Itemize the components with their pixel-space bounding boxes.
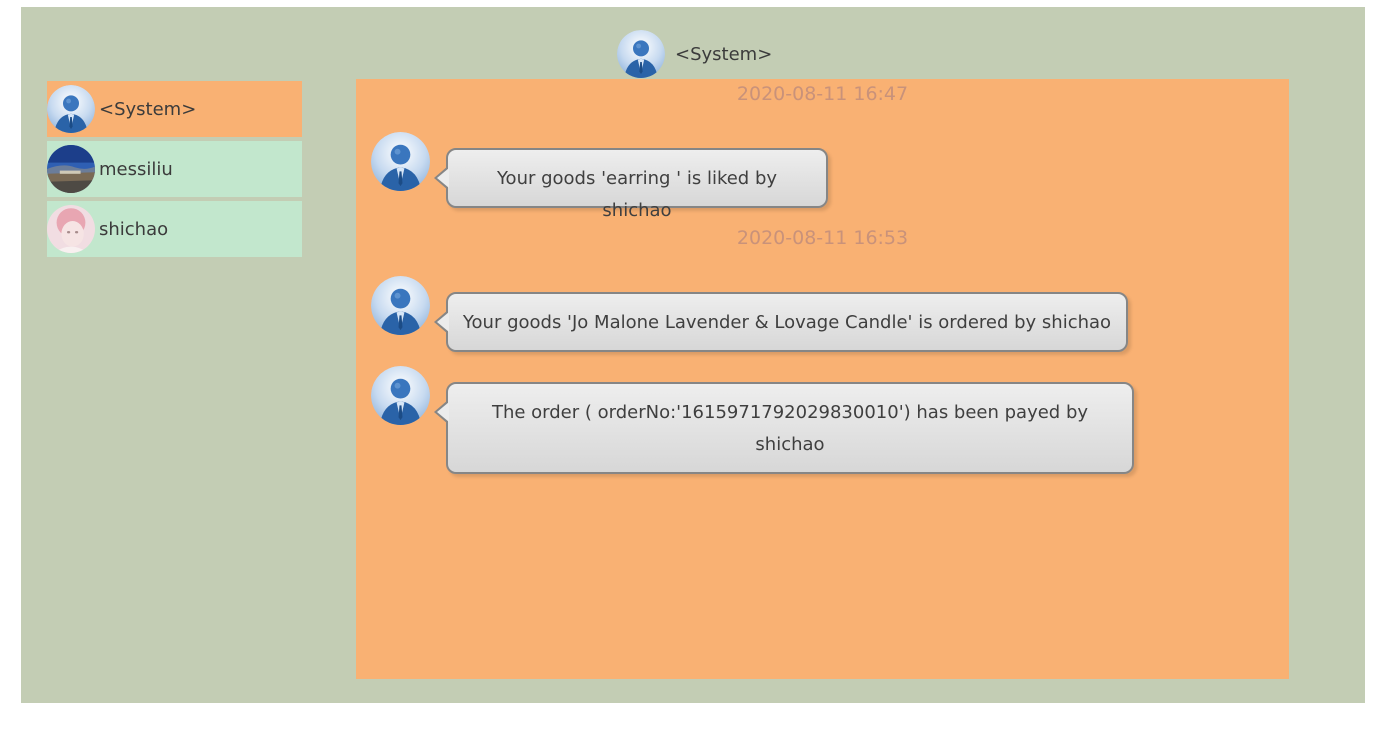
contact-name: <System> xyxy=(99,98,197,120)
portrait-avatar-icon xyxy=(47,205,95,253)
contact-item-system[interactable]: <System> xyxy=(47,81,302,137)
contact-item-shichao[interactable]: shichao xyxy=(47,201,302,257)
chat-message-panel[interactable]: 2020-08-11 16:47 Your goods 'earring ' i… xyxy=(356,79,1289,679)
contact-item-messiliu[interactable]: messiliu xyxy=(47,141,302,197)
contact-name: messiliu xyxy=(99,158,173,180)
landscape-avatar-icon xyxy=(47,145,95,193)
message-bubble: Your goods 'Jo Malone Lavender & Lovage … xyxy=(434,292,1128,352)
system-avatar-icon xyxy=(617,30,665,78)
messenger-app: <System> <System> messiliu shichao 2020-… xyxy=(21,7,1365,703)
system-avatar-icon xyxy=(47,85,95,133)
system-avatar-icon xyxy=(371,366,430,425)
message-row: Your goods 'Jo Malone Lavender & Lovage … xyxy=(371,276,1128,352)
message-bubble: Your goods 'earring ' is liked by shicha… xyxy=(434,148,828,221)
message-row: The order ( orderNo:'1615971792029830010… xyxy=(371,366,1134,474)
message-timestamp: 2020-08-11 16:47 xyxy=(736,83,909,105)
message-row: Your goods 'earring ' is liked by shicha… xyxy=(371,132,828,221)
chat-header: <System> xyxy=(617,30,772,78)
system-avatar-icon xyxy=(371,132,430,191)
chat-title: <System> xyxy=(675,43,773,65)
contact-list: <System> messiliu shichao xyxy=(47,81,302,261)
message-timestamp: 2020-08-11 16:53 xyxy=(736,227,909,249)
system-avatar-icon xyxy=(371,276,430,335)
message-bubble: The order ( orderNo:'1615971792029830010… xyxy=(434,382,1134,474)
contact-name: shichao xyxy=(99,218,169,240)
